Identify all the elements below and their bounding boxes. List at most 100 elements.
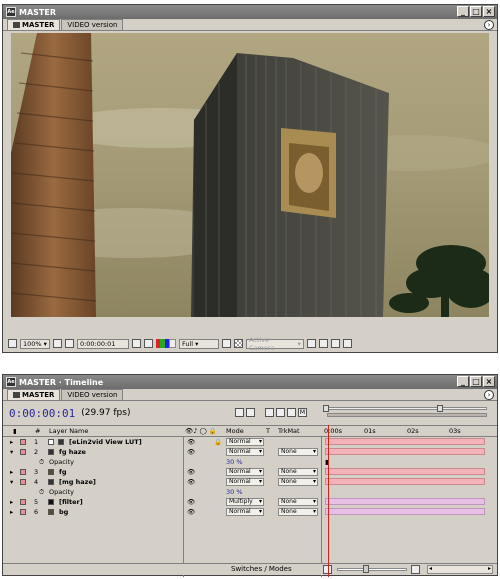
timeline-zoom-slider[interactable]	[323, 565, 423, 574]
expand-triangle-icon[interactable]: ▸	[10, 497, 13, 507]
channel-rgb-icon[interactable]	[155, 339, 176, 348]
expand-triangle-icon[interactable]: ▸	[10, 507, 13, 517]
layer-name[interactable]: fg haze	[59, 447, 86, 457]
magnification-dropdown[interactable]: 100% ▾	[20, 338, 50, 349]
layer-name[interactable]: [mg haze]	[59, 477, 96, 487]
visibility-eye-icon[interactable]: 👁	[187, 497, 195, 507]
layer-duration-bar[interactable]	[325, 448, 485, 455]
composition-titlebar[interactable]: Ae MASTER _ □ ×	[3, 5, 497, 19]
trkmat-dropdown[interactable]: None	[278, 498, 318, 506]
trkmat-dropdown[interactable]: None	[278, 448, 318, 456]
composition-viewer[interactable]	[11, 33, 489, 317]
layout-view-icon[interactable]	[306, 339, 316, 348]
layer-row[interactable]: ▾ 4 [mg haze] 👁 Normal None	[3, 477, 497, 487]
grid-icon[interactable]	[342, 339, 352, 348]
label-color-swatch[interactable]	[20, 499, 26, 505]
layer-name[interactable]: bg	[59, 507, 68, 517]
blend-mode-dropdown[interactable]: Normal	[226, 448, 264, 456]
layer-row[interactable]: ▸ 3 fg 👁 Normal None	[3, 467, 497, 477]
navigator-end-handle[interactable]	[437, 405, 443, 412]
zoom-in-icon[interactable]	[411, 565, 420, 574]
panel-menu-arrow-icon[interactable]: ›	[484, 390, 494, 400]
layer-name-column-header[interactable]: Layer Name	[49, 426, 88, 436]
panel-menu-arrow-icon[interactable]: ›	[484, 20, 494, 30]
motion-blur-icon[interactable]	[276, 408, 285, 417]
region-of-interest-icon[interactable]	[221, 339, 231, 348]
layer-duration-bar[interactable]	[325, 508, 485, 515]
flowchart-icon[interactable]	[330, 339, 340, 348]
live-update-icon[interactable]	[246, 408, 255, 417]
tab-video-version[interactable]: VIDEO version	[61, 389, 124, 400]
label-color-swatch[interactable]	[20, 479, 26, 485]
draft-3d-icon[interactable]	[318, 339, 328, 348]
layer-row[interactable]: ▸ 1 [eLin2vid View LUT] 👁 🔒 Normal	[3, 437, 497, 447]
timeline-current-time[interactable]: 0:00:00:01	[9, 407, 75, 420]
draft-3d-icon[interactable]	[265, 408, 274, 417]
close-button[interactable]: ×	[483, 6, 495, 17]
layer-name[interactable]: [eLin2vid View LUT]	[69, 437, 142, 447]
label-color-swatch[interactable]	[20, 509, 26, 515]
horizontal-scrollbar[interactable]: ◂ ▸	[427, 565, 493, 574]
graph-icon[interactable]: M	[298, 408, 307, 417]
layer-name[interactable]: [filter]	[59, 497, 83, 507]
work-area-navigator[interactable]	[323, 405, 487, 419]
visibility-eye-icon[interactable]: 👁	[187, 477, 195, 487]
layer-row[interactable]: ▾ 2 fg haze 👁 Normal None	[3, 447, 497, 457]
zoom-slider-thumb[interactable]	[363, 565, 369, 573]
tab-master[interactable]: MASTER	[7, 19, 61, 30]
label-color-swatch[interactable]	[20, 469, 26, 475]
timeline-titlebar[interactable]: Ae MASTER · Timeline _ □ ×	[3, 375, 497, 389]
navigator-start-handle[interactable]	[323, 405, 329, 412]
layer-duration-bar[interactable]	[325, 468, 485, 475]
minimize-button[interactable]: _	[457, 376, 469, 387]
layer-row[interactable]: ▸ 5 [filter] 👁 Multiply None	[3, 497, 497, 507]
expand-triangle-icon[interactable]: ▸	[10, 437, 13, 447]
time-ruler[interactable]: 0:00s 01s 02s 03s	[322, 426, 489, 437]
maximize-button[interactable]: □	[470, 376, 482, 387]
lock-icon[interactable]: 🔒	[214, 437, 222, 447]
maximize-button[interactable]: □	[470, 6, 482, 17]
blend-mode-dropdown[interactable]: Normal	[226, 508, 264, 516]
blend-mode-dropdown[interactable]: Normal	[226, 478, 264, 486]
always-preview-icon[interactable]	[8, 339, 17, 348]
visibility-eye-icon[interactable]: 👁	[187, 447, 195, 457]
stopwatch-icon[interactable]: ⏱	[39, 487, 44, 497]
property-value[interactable]: 30 %	[226, 457, 243, 467]
layer-row[interactable]: ▸ 6 bg 👁 Normal None	[3, 507, 497, 517]
active-camera-dropdown[interactable]: Active Camera ▾	[245, 336, 304, 352]
tab-master[interactable]: MASTER	[7, 389, 61, 400]
snapshot-icon[interactable]	[131, 339, 141, 348]
property-value[interactable]: 30 %	[226, 487, 243, 497]
expand-triangle-icon[interactable]: ▸	[10, 467, 13, 477]
label-color-swatch[interactable]	[20, 449, 26, 455]
comp-marker-icon[interactable]	[235, 408, 244, 417]
expand-triangle-icon[interactable]: ▾	[10, 447, 13, 457]
layer-duration-bar[interactable]	[325, 478, 485, 485]
layer-duration-bar[interactable]	[325, 438, 485, 445]
current-time-display[interactable]: 0:00:00:01	[76, 338, 129, 349]
blend-mode-dropdown[interactable]: Normal	[226, 468, 264, 476]
resolution-dropdown[interactable]: Full ▾	[178, 338, 219, 349]
trkmat-dropdown[interactable]: None	[278, 508, 318, 516]
blend-mode-dropdown[interactable]: Multiply	[226, 498, 264, 506]
show-snapshot-icon[interactable]	[143, 339, 153, 348]
close-button[interactable]: ×	[483, 376, 495, 387]
visibility-eye-icon[interactable]: 👁	[187, 507, 195, 517]
stopwatch-icon[interactable]: ⏱	[39, 457, 44, 467]
frame-blending-icon[interactable]	[287, 408, 296, 417]
expand-triangle-icon[interactable]: ▾	[10, 477, 13, 487]
layer-name[interactable]: fg	[59, 467, 66, 477]
tab-video-version[interactable]: VIDEO version	[61, 19, 124, 30]
visibility-eye-icon[interactable]: 👁	[187, 437, 195, 447]
current-time-indicator[interactable]	[328, 425, 329, 577]
trkmat-dropdown[interactable]: None	[278, 468, 318, 476]
visibility-eye-icon[interactable]: 👁	[187, 467, 195, 477]
mask-view-icon[interactable]	[64, 339, 74, 348]
trkmat-dropdown[interactable]: None	[278, 478, 318, 486]
title-safe-icon[interactable]	[52, 339, 62, 348]
layer-duration-bar[interactable]	[325, 498, 485, 505]
switches-modes-toggle[interactable]: Switches / Modes	[231, 564, 292, 574]
label-color-swatch[interactable]	[20, 439, 26, 445]
transparency-grid-icon[interactable]	[233, 339, 243, 348]
minimize-button[interactable]: _	[457, 6, 469, 17]
